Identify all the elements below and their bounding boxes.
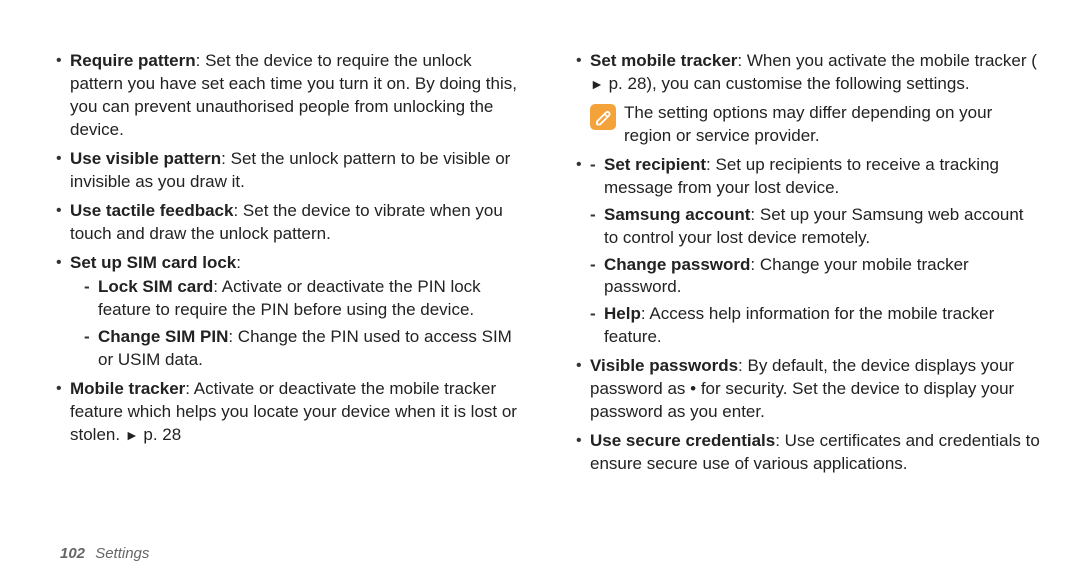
item-title: Set recipient [604,155,706,174]
page-footer: 102 Settings [60,545,149,562]
section-label: Settings [95,545,149,562]
item-title: Require pattern [70,51,196,70]
manual-page: Require pattern: Set the device to requi… [0,0,1080,586]
note-icon [590,104,616,130]
right-column: Set mobile tracker: When you activate th… [560,50,1040,482]
item-title: Mobile tracker [70,379,185,398]
item-title: Lock SIM card [98,277,213,296]
note-text: The setting options may differ depending… [624,102,1040,148]
item-title: Visible passwords [590,356,738,375]
list-item: Use tactile feedback: Set the device to … [56,200,520,246]
list-item: Change password: Change your mobile trac… [590,254,1040,300]
item-text: p. 28), you can customise the following … [604,74,970,93]
arrow-icon: ► [590,76,604,92]
page-number: 102 [60,545,85,562]
list-item: Mobile tracker: Activate or deactivate t… [56,378,520,447]
item-title: Use secure credentials [590,431,775,450]
item-title: Help [604,304,641,323]
list-item: Set up SIM card lock: Lock SIM card: Act… [56,252,520,373]
list-item: Samsung account: Set up your Samsung web… [590,204,1040,250]
item-title: Set up SIM card lock [70,253,236,272]
item-title: Samsung account [604,205,750,224]
item-title: Use tactile feedback [70,201,233,220]
list-item: Lock SIM card: Activate or deactivate th… [84,276,520,322]
item-text: : Access help information for the mobile… [604,304,994,346]
item-title: Use visible pattern [70,149,221,168]
left-column: Require pattern: Set the device to requi… [40,50,520,482]
list-item: Set recipient: Set up recipients to rece… [590,154,1040,200]
item-title: Change password [604,255,750,274]
arrow-icon: ► [125,427,139,443]
list-item: Help: Access help information for the mo… [590,303,1040,349]
item-text: p. 28 [139,425,182,444]
item-title: Change SIM PIN [98,327,228,346]
list-item: Use visible pattern: Set the unlock patt… [56,148,520,194]
list-item: Change SIM PIN: Change the PIN used to a… [84,326,520,372]
list-item: Set mobile tracker: When you activate th… [576,50,1040,96]
note-callout: The setting options may differ depending… [590,102,1040,148]
content-columns: Require pattern: Set the device to requi… [40,50,1040,482]
item-text: : When you activate the mobile tracker ( [737,51,1037,70]
item-title: Set mobile tracker [590,51,737,70]
list-item-container: Set recipient: Set up recipients to rece… [576,154,1040,350]
list-item: Use secure credentials: Use certificates… [576,430,1040,476]
list-item: Require pattern: Set the device to requi… [56,50,520,142]
item-text: : [236,253,241,272]
list-item: Visible passwords: By default, the devic… [576,355,1040,424]
